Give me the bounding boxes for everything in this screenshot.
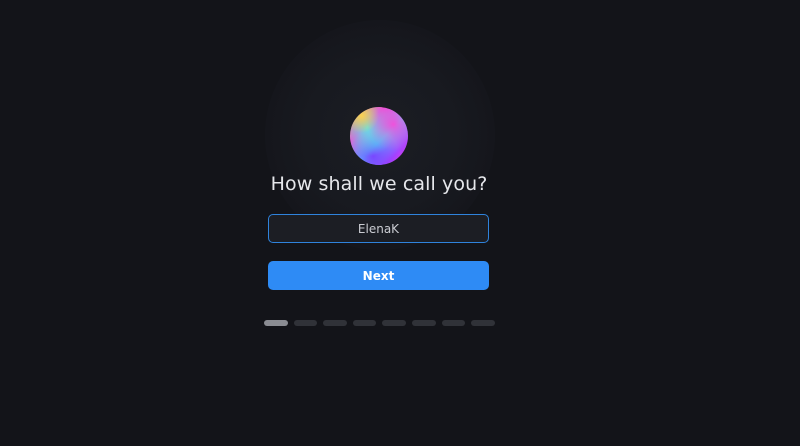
progress-step [323, 320, 347, 326]
progress-step [471, 320, 495, 326]
gradient-orb-icon [350, 107, 408, 165]
page-title: How shall we call you? [270, 173, 488, 195]
progress-step [264, 320, 288, 326]
progress-step [441, 320, 466, 326]
progress-step [411, 320, 436, 326]
name-input[interactable] [268, 214, 489, 243]
onboarding-screen: How shall we call you? Next [0, 0, 800, 446]
progress-step [293, 320, 318, 326]
progress-step [382, 320, 406, 326]
next-button[interactable]: Next [268, 261, 489, 290]
progress-steps [264, 320, 495, 326]
progress-step [352, 320, 377, 326]
